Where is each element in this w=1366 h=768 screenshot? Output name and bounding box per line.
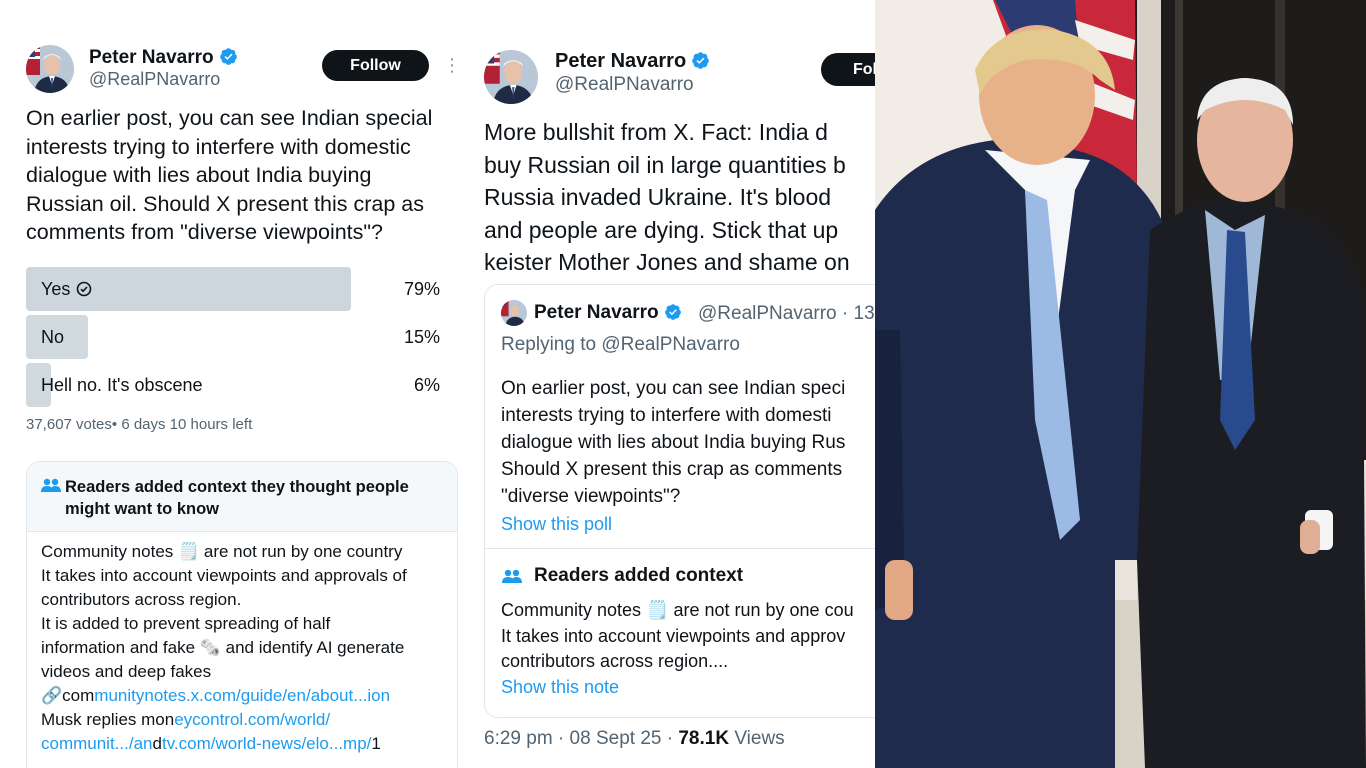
note-line: It is added to prevent spreading of half xyxy=(41,614,331,633)
community-note-header: Readers added context they thought peopl… xyxy=(27,462,457,532)
quoted-tweet[interactable]: Peter Navarro @RealPNavarro · 13 Replyin… xyxy=(484,284,875,718)
show-poll-link[interactable]: Show this poll xyxy=(501,514,612,535)
community-note-title: Readers added context they thought peopl… xyxy=(65,478,409,518)
tweet-timestamp[interactable]: 6:29 pm · 08 Sept 25 · xyxy=(484,728,678,749)
left-tweet-screenshot: Peter Navarro @RealPNavarro Follow ⋮ On … xyxy=(0,0,465,768)
note-link-line: Musk replies moneycontrol.com/world/ xyxy=(41,710,331,729)
poll-meta: 37,607 votes• 6 days 10 hours left xyxy=(26,416,253,433)
note-line: It takes into account viewpoints and app… xyxy=(41,566,407,585)
community-note-body: Community notes 🗒️ are not run by one co… xyxy=(501,600,854,671)
ndtv-link[interactable]: tv.com/world-news/elo...mp/ xyxy=(162,734,371,753)
note-link-line: 🔗communitynotes.x.com/guide/en/about...i… xyxy=(41,686,391,705)
note-line: Community notes 🗒️ are not run by one co… xyxy=(41,542,403,561)
author-avatar[interactable] xyxy=(26,45,74,93)
poll-option-label: Hell no. It's obscene xyxy=(41,375,203,395)
tweet-text: On earlier post, you can see Indian spec… xyxy=(26,106,433,244)
avatar-portrait-image xyxy=(484,50,538,104)
divider xyxy=(485,548,875,549)
poll-option-percent: 6% xyxy=(413,375,440,395)
verified-badge-icon xyxy=(664,304,681,320)
photo-two-men-outdoors xyxy=(875,0,1366,768)
poll-option-label: Yes xyxy=(41,279,92,300)
community-note: Readers added context they thought peopl… xyxy=(26,461,458,768)
check-circle-icon xyxy=(77,281,92,297)
show-note-link[interactable]: Show this note xyxy=(501,677,619,698)
author-handle[interactable]: @RealPNavarro xyxy=(555,74,694,96)
verified-badge-icon xyxy=(692,52,709,69)
note-line: information and fake 🗞️ and identify AI … xyxy=(41,638,405,657)
poll-option-yes[interactable]: Yes 79% xyxy=(26,267,446,311)
community-note-title: Readers added context xyxy=(534,565,744,586)
quote-author-name: Peter Navarro xyxy=(534,302,682,324)
note-line: videos and deep fakes xyxy=(41,662,212,681)
middle-tweet-screenshot: Peter Navarro @RealPNavarro Fol More bul… xyxy=(465,0,875,768)
quote-author-avatar xyxy=(501,300,527,326)
verified-badge-icon xyxy=(219,48,237,65)
poll-option-hell-no[interactable]: Hell no. It's obscene 6% xyxy=(26,363,446,407)
moneycontrol-link-cont[interactable]: communit.../an xyxy=(41,734,153,753)
poll-option-label: No xyxy=(41,327,65,347)
poll-option-no[interactable]: No 15% xyxy=(26,315,446,359)
author-avatar[interactable] xyxy=(484,50,538,104)
poll-option-percent: 79% xyxy=(403,279,440,299)
author-name[interactable]: Peter Navarro xyxy=(555,50,710,73)
people-icon xyxy=(41,478,61,492)
tweet-meta: 6:29 pm · 08 Sept 25 · 78.1K Views xyxy=(484,728,785,749)
tweet-text: More bullshit from X. Fact: India d buy … xyxy=(484,119,850,275)
note-line: contributors across region. xyxy=(41,590,242,609)
follow-button[interactable]: Follow xyxy=(322,50,429,81)
quote-text: On earlier post, you can see Indian spec… xyxy=(501,378,846,507)
follow-button[interactable]: Fol xyxy=(821,53,875,86)
author-name[interactable]: Peter Navarro xyxy=(89,47,238,69)
people-icon xyxy=(502,569,522,583)
note-link-line: communit.../andtv.com/world-news/elo...m… xyxy=(41,734,381,753)
avatar-portrait-image xyxy=(26,45,74,93)
views-count: 78.1K xyxy=(678,728,730,749)
moneycontrol-link[interactable]: eycontrol.com/world/ xyxy=(174,710,330,729)
more-options-icon[interactable]: ⋮ xyxy=(443,56,461,74)
author-handle[interactable]: @RealPNavarro xyxy=(89,69,220,90)
poll-option-percent: 15% xyxy=(403,327,440,347)
news-photo xyxy=(875,0,1366,768)
community-note-body: Community notes 🗒️ are not run by one co… xyxy=(41,540,453,756)
communitynotes-link[interactable]: munitynotes.x.com/guide/en/about...ion xyxy=(94,686,390,705)
avatar-portrait-image xyxy=(501,300,527,326)
replying-to: Replying to @RealPNavarro xyxy=(501,334,740,355)
quote-author-handle: @RealPNavarro · 13 xyxy=(698,303,875,324)
